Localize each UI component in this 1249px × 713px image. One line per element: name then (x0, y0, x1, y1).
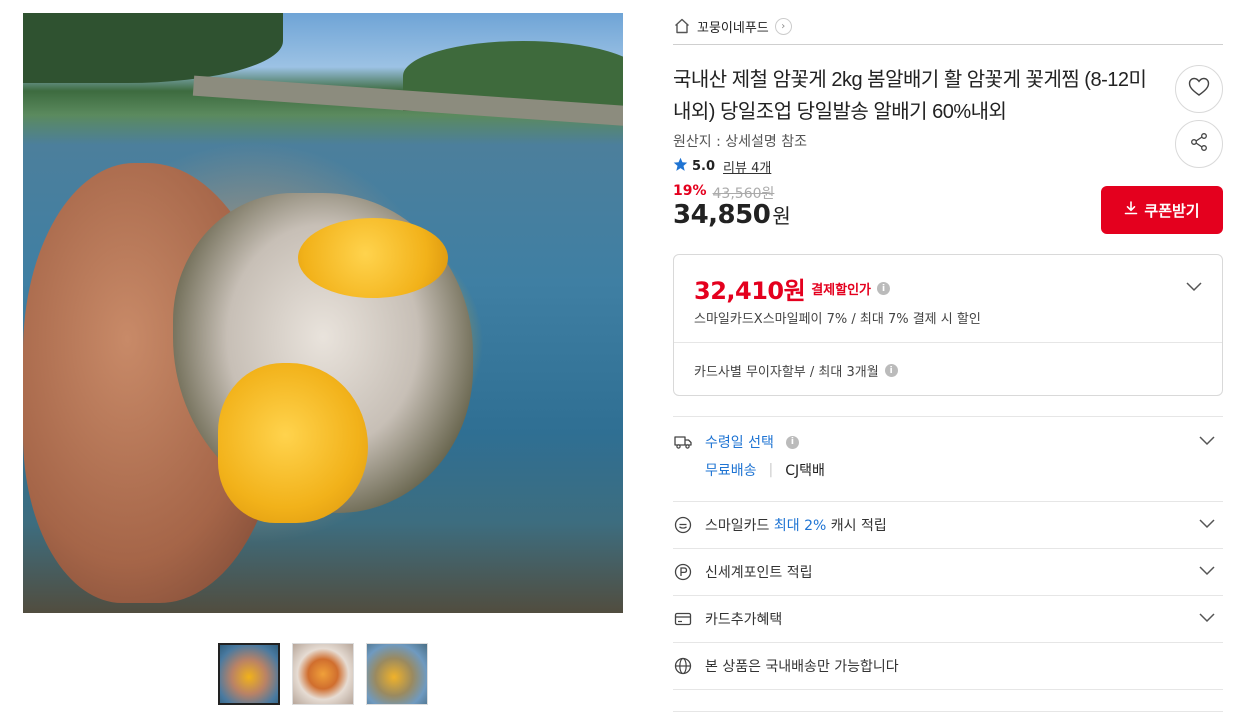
header-divider (673, 44, 1223, 45)
thumbnail-3[interactable] (366, 643, 428, 705)
installment-text: 카드사별 무이자할부 / 최대 3개월 (694, 365, 879, 380)
info-icon[interactable]: i (884, 364, 898, 377)
thumbnail-2[interactable] (292, 643, 354, 705)
globe-icon (673, 657, 693, 675)
download-icon (1124, 201, 1138, 219)
shinsegae-point-row[interactable]: 신세계포인트 적립 (673, 562, 1223, 582)
installment-info: 카드사별 무이자할부 / 최대 3개월 i (694, 361, 898, 380)
coupon-button[interactable]: 쿠폰받기 (1101, 186, 1223, 234)
payment-label: 결제할인가 (811, 283, 872, 298)
free-shipping: 무료배송 (705, 463, 757, 479)
wishlist-button[interactable] (1175, 65, 1223, 113)
chevron-down-icon[interactable] (1199, 611, 1215, 627)
star-icon (673, 157, 688, 176)
payment-divider (674, 342, 1222, 343)
section-divider (673, 548, 1223, 549)
seller-link[interactable]: 꼬뭉이네푸드 › (673, 14, 792, 38)
price-value: 34,850 (673, 200, 771, 230)
section-divider (673, 416, 1223, 417)
chevron-down-icon[interactable] (1199, 517, 1215, 533)
delivery-date-row[interactable]: 수령일 선택 i (673, 432, 1223, 452)
section-divider (673, 501, 1223, 502)
coupon-label: 쿠폰받기 (1144, 201, 1200, 220)
product-main-image (23, 13, 623, 613)
thumbnail-1[interactable] (218, 643, 280, 705)
smile-card-row[interactable]: 스마일카드 최대 2% 캐시 적립 (673, 515, 1223, 535)
card-benefit-text: 카드추가혜택 (705, 612, 783, 628)
info-icon[interactable]: i (877, 282, 891, 295)
delivery-date-label[interactable]: 수령일 선택 (705, 432, 774, 452)
delivery-separator: | (768, 462, 774, 478)
truck-icon (673, 435, 693, 449)
image-island (23, 13, 283, 83)
payment-discount-box: 32,410원 결제할인가 i 스마일카드X스마일페이 7% / 최대 7% 결… (673, 254, 1223, 396)
point-icon (673, 563, 693, 581)
origin-text: 원산지 : 상세설명 참조 (673, 134, 807, 150)
smile-card-highlight: 최대 2% (773, 518, 827, 534)
rating: 5.0 리뷰 4개 (673, 157, 771, 176)
card-icon (673, 612, 693, 626)
section-divider (673, 595, 1223, 596)
smile-card-icon (673, 516, 693, 534)
chevron-down-icon[interactable] (1186, 277, 1202, 296)
card-benefit-row[interactable]: 카드추가혜택 (673, 609, 1223, 629)
smile-card-suffix: 캐시 적립 (830, 518, 887, 534)
seller-name[interactable]: 꼬뭉이네푸드 (697, 17, 769, 36)
price-currency: 원 (772, 204, 791, 228)
heart-icon (1188, 77, 1210, 101)
section-divider (673, 642, 1223, 643)
section-divider (673, 689, 1223, 690)
sale-price: 34,850 원 (673, 200, 791, 230)
domestic-shipping-text: 본 상품은 국내배송만 가능합니다 (705, 659, 899, 675)
payment-price: 32,410원 (694, 277, 806, 305)
shinsegae-point-text: 신세계포인트 적립 (705, 565, 813, 581)
smile-card-text: 스마일카드 최대 2% 캐시 적립 (705, 515, 887, 535)
share-button[interactable] (1175, 120, 1223, 168)
review-link[interactable]: 리뷰 4개 (723, 157, 771, 176)
payment-price-row: 32,410원 결제할인가 i (694, 271, 891, 306)
delivery-info: 무료배송 | CJ택배 (705, 460, 825, 480)
share-icon (1189, 132, 1209, 156)
courier-name: CJ택배 (785, 463, 825, 479)
info-icon[interactable]: i (785, 435, 799, 449)
chevron-down-icon[interactable] (1199, 564, 1215, 580)
image-roe-top (298, 218, 448, 298)
payment-description: 스마일카드X스마일페이 7% / 최대 7% 결제 시 할인 (694, 312, 981, 327)
smile-card-prefix: 스마일카드 (705, 518, 770, 534)
section-divider (673, 711, 1223, 712)
chevron-right-icon[interactable]: › (774, 17, 792, 35)
domestic-shipping-row: 본 상품은 국내배송만 가능합니다 (673, 656, 1223, 676)
thumbnail-list (218, 643, 428, 705)
home-icon (673, 17, 691, 35)
product-title: 국내산 제철 암꽃게 2kg 봄알배기 활 암꽃게 꽃게찜 (8-12미내외) … (673, 69, 1147, 123)
rating-score: 5.0 (692, 159, 716, 174)
chevron-down-icon[interactable] (1199, 434, 1215, 450)
